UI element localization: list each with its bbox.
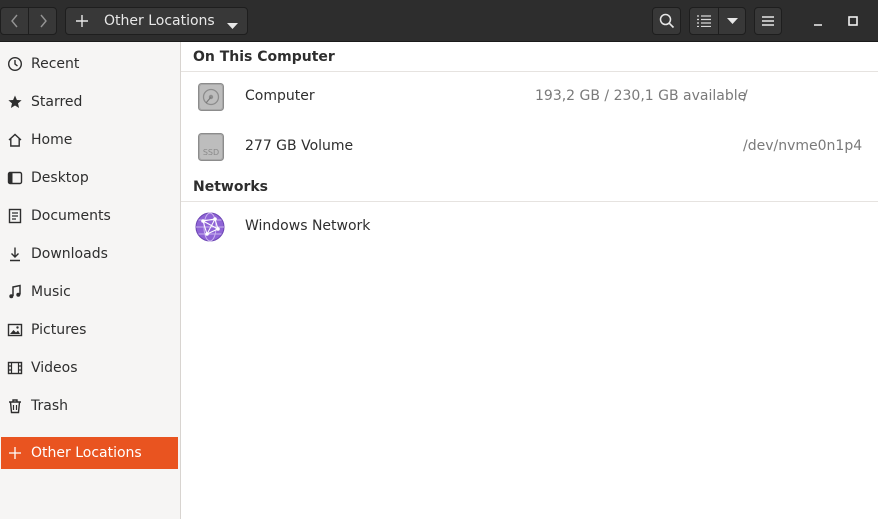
sidebar-item-label: Desktop [31,170,89,186]
sidebar-item-label: Home [31,132,73,148]
sidebar-item-other-locations[interactable]: Other Locations [1,437,178,469]
sidebar-item-trash[interactable]: Trash [0,387,180,425]
list-view-button[interactable] [689,7,719,35]
search-button[interactable] [652,7,681,35]
sidebar-item-label: Other Locations [31,445,142,461]
sidebar-item-label: Trash [31,398,68,414]
caret-down-icon [726,17,738,24]
location-name: Windows Network [245,218,371,234]
sidebar: Recent Starred Home Desktop Documents Do… [0,42,181,519]
minimize-icon [814,24,822,26]
location-row-volume[interactable]: SSD 277 GB Volume /dev/nvme0n1p4 [181,122,878,172]
forward-button[interactable] [28,7,57,35]
star-icon [7,94,23,110]
ssd-icon: SSD [197,133,225,161]
ssd-icon-text: SSD [203,148,219,157]
section-title-networks: Networks [193,179,269,195]
sidebar-item-music[interactable]: Music [0,273,180,311]
location-path: / [743,88,748,104]
path-label: Other Locations [104,13,215,29]
sidebar-item-downloads[interactable]: Downloads [0,235,180,273]
video-icon [7,360,23,376]
sidebar-item-pictures[interactable]: Pictures [0,311,180,349]
header-bar: Other Locations [0,0,878,42]
maximize-icon [848,16,858,26]
section-title-on-this-computer: On This Computer [193,49,335,65]
location-path-button[interactable]: Other Locations [65,7,248,35]
sidebar-item-label: Videos [31,360,78,376]
caret-down-icon [227,18,238,34]
back-button[interactable] [0,7,29,35]
hamburger-menu-icon [762,16,774,26]
search-icon [659,13,674,29]
document-icon [7,208,23,224]
trash-icon [7,398,23,414]
sidebar-item-label: Documents [31,208,111,224]
sidebar-item-label: Music [31,284,71,300]
list-view-icon [697,15,711,27]
sidebar-item-recent[interactable]: Recent [0,45,180,83]
location-name: Computer [245,88,315,104]
location-path: /dev/nvme0n1p4 [743,138,863,154]
sidebar-item-label: Downloads [31,246,108,262]
other-locations-view: On This Computer Computer 193,2 GB / 230… [181,42,878,519]
minimize-button[interactable] [804,7,832,35]
sidebar-item-label: Recent [31,56,80,72]
desktop-icon [7,170,23,186]
location-capacity: 193,2 GB / 230,1 GB available [535,88,747,104]
location-name: 277 GB Volume [245,138,354,154]
chevron-right-icon [39,14,47,28]
sidebar-item-label: Pictures [31,322,87,338]
home-icon [7,132,23,148]
sidebar-item-desktop[interactable]: Desktop [0,159,180,197]
clock-icon [7,56,23,72]
music-icon [7,284,23,300]
main-menu-button[interactable] [754,7,782,35]
chevron-left-icon [10,14,18,28]
hard-disk-icon [197,83,225,111]
sidebar-item-documents[interactable]: Documents [0,197,180,235]
view-options-button[interactable] [718,7,746,35]
sidebar-item-starred[interactable]: Starred [0,83,180,121]
maximize-button[interactable] [839,7,867,35]
location-row-windows-network[interactable]: Windows Network [181,202,878,252]
network-globe-icon [195,212,225,242]
picture-icon [7,322,23,338]
sidebar-item-home[interactable]: Home [0,121,180,159]
sidebar-item-label: Starred [31,94,83,110]
location-row-computer[interactable]: Computer 193,2 GB / 230,1 GB available / [181,72,878,122]
plus-icon [7,445,23,461]
sidebar-item-videos[interactable]: Videos [0,349,180,387]
download-icon [7,246,23,262]
plus-icon [75,15,89,27]
